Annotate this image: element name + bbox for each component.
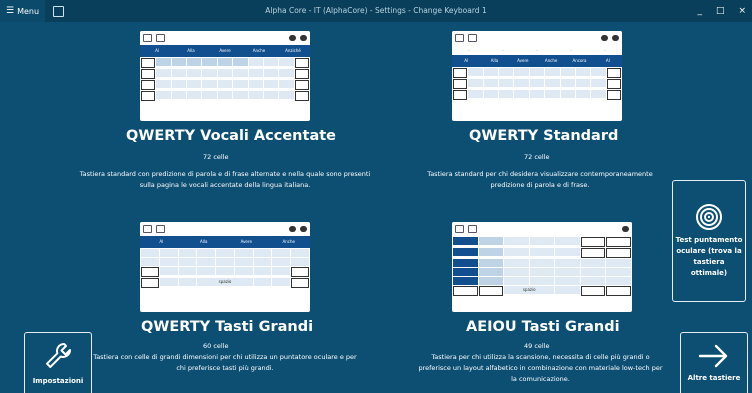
more-keyboards-button[interactable]: Altre tastiere (680, 332, 748, 393)
prediction-cell: Anziché (285, 48, 301, 53)
keyboard-title[interactable]: QWERTY Vocali Accentate (126, 128, 336, 144)
keyboard-preview-qwerty-standard[interactable]: · · · · · Al Alla Avere Anche Ancora Al (452, 31, 622, 121)
more-keyboards-label: Altre tastiere (687, 373, 741, 382)
keyboard-description: Tastiera per chi utilizza la scansione, … (418, 353, 663, 383)
prediction-cell: Al (159, 239, 164, 244)
arrow-right-icon (698, 344, 728, 367)
minimize-button[interactable]: _ (697, 6, 702, 16)
keyboard-cell-count: 49 celle (524, 342, 550, 350)
keyboard-cell-count: 60 celle (203, 342, 229, 350)
keyboard-preview-aeiou-grandi[interactable]: spazio (452, 222, 632, 312)
prediction-cell: Alla (200, 239, 208, 244)
keyboard-title[interactable]: QWERTY Standard (469, 128, 618, 144)
keyboard-title[interactable]: QWERTY Tasti Grandi (141, 319, 313, 335)
eye-test-label: Test puntamento oculare (trova la tastie… (675, 236, 743, 277)
prediction-cell: Avere (219, 48, 231, 53)
prediction-cell: Al (155, 48, 159, 53)
maximize-button[interactable]: □ (716, 6, 725, 16)
keyboard-description: Tastiera standard per chi desidera visua… (427, 170, 653, 189)
keyboard-title[interactable]: AEIOU Tasti Grandi (466, 319, 620, 335)
space-key: spazio (504, 286, 555, 294)
prediction-cell: Al (605, 58, 610, 63)
keyboard-cell-count: 72 celle (203, 153, 229, 161)
prediction-cell: Avere (517, 58, 529, 63)
keyboard-description: Tastiera con celle di grandi dimensioni … (93, 353, 357, 372)
menu-label: Menu (17, 6, 40, 16)
keyboard-cell-count: 72 celle (524, 153, 550, 161)
wrench-icon (46, 342, 71, 368)
settings-label: Impostazioni (32, 376, 84, 385)
menu-icon: ☰ (6, 6, 15, 16)
prediction-cell: Anche (252, 48, 266, 53)
prediction-cell: Anche (544, 58, 558, 63)
keyboard-description: Tastiera standard con predizione di paro… (79, 170, 371, 189)
space-key: spazio (197, 278, 253, 286)
prediction-cell: Ancora (572, 58, 587, 63)
prediction-cell: Anche (282, 239, 295, 244)
settings-button[interactable]: Impostazioni (24, 332, 92, 393)
eye-target-icon (696, 204, 722, 230)
prediction-cell: Alla (490, 58, 499, 63)
close-button[interactable]: × (738, 6, 746, 16)
menu-button[interactable]: ☰ Menu (0, 0, 46, 22)
eye-test-button[interactable]: Test puntamento oculare (trova la tastie… (672, 180, 746, 302)
keyboard-preview-qwerty-grandi[interactable]: Al Alla Avere Anche spazio (140, 222, 310, 312)
save-icon[interactable] (53, 5, 65, 17)
prediction-cell: Alla (187, 48, 195, 53)
prediction-cell: Avere (240, 239, 252, 244)
keyboard-preview-qwerty-vocali[interactable]: Al Alla Avere Anche Anziché (140, 31, 310, 121)
title-bar: ☰ Menu (0, 0, 752, 22)
prediction-cell: Al (464, 58, 469, 63)
